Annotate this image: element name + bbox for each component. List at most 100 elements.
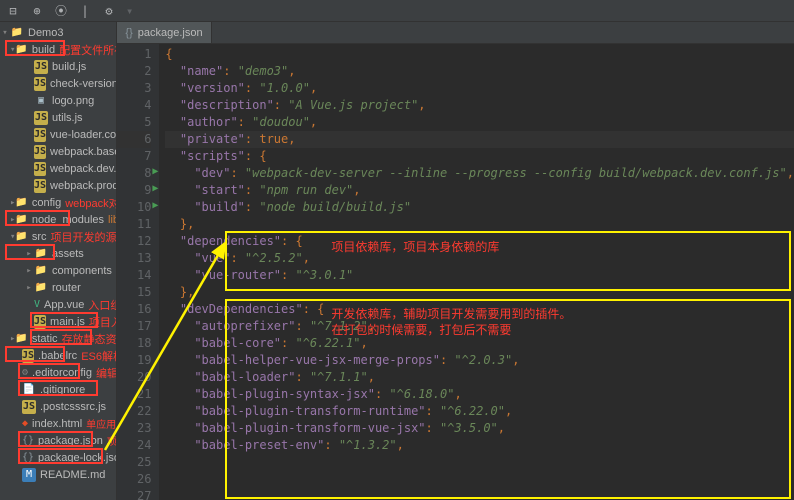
tree-label: .gitignore (40, 384, 85, 396)
tree-folder[interactable]: ▸📁assets (0, 245, 116, 262)
tree-label: webpack.prod.conf.js (50, 180, 117, 192)
js-icon: JS (34, 111, 48, 125)
gear-icon: ⚙ (22, 366, 28, 380)
tree-file[interactable]: JS .babelrc ES6解析的配置文件 (0, 347, 116, 364)
tree-file[interactable]: MREADME.md (0, 466, 116, 483)
tree-label: node_modules (32, 214, 104, 226)
run-gutter-icon[interactable]: ▶ (152, 200, 158, 211)
js-icon: JS (34, 128, 46, 142)
annotation-text: 项目开发的源码 (51, 229, 118, 245)
annotation-text: 项目入口文件 (89, 314, 118, 330)
json-icon: {} (22, 451, 34, 465)
expand-icon[interactable]: ⊕ (30, 4, 44, 18)
js-icon: JS (34, 77, 46, 91)
library-tag: library root (108, 214, 117, 226)
folder-icon: 📁 (15, 332, 27, 346)
code-area[interactable]: { "name": "demo3", "version": "1.0.0", "… (159, 44, 794, 500)
tree-label: index.html (32, 418, 82, 430)
tree-file[interactable]: JS check-versions.js (0, 75, 116, 92)
folder-icon: 📁 (34, 247, 48, 261)
gutter: 1 2 3 4 5 6 7 8 9 10 11 12 13 14 15 16 1 (117, 44, 159, 500)
annotation-deps: 项目依赖库，项目本身依赖的库 (331, 238, 499, 255)
tree-file-package-json[interactable]: {}package.json项目的基本配置信息 (0, 432, 116, 449)
tree-file[interactable]: ⚙ .editorconfig 编辑器配置 (0, 364, 116, 381)
tree-label: build.js (52, 61, 86, 73)
project-tree: ▾📁 Demo3 ▾📁 build 配置文件所在文件夹 JS build.js J… (0, 22, 117, 500)
json-icon: {} (125, 27, 132, 39)
tree-file-main-js[interactable]: JSmain.js项目入口文件 (0, 313, 116, 330)
js-icon: JS (34, 60, 48, 74)
code-editor[interactable]: 1 2 3 4 5 6 7 8 9 10 11 12 13 14 15 16 1 (117, 44, 794, 500)
tree-file[interactable]: JS .postcsssrc.js (0, 398, 116, 415)
tree-label: src (32, 231, 47, 243)
tree-folder-build[interactable]: ▾📁 build 配置文件所在文件夹 (0, 41, 116, 58)
tree-folder-static[interactable]: ▸📁static存放静态资源 (0, 330, 116, 347)
gear-icon[interactable]: ⚙ (102, 4, 116, 18)
divider-icon: | (78, 4, 92, 18)
chevron-down-icon[interactable]: ▾ (126, 4, 133, 18)
tree-label: .babelrc (38, 350, 77, 362)
tree-folder[interactable]: ▸📁components (0, 262, 116, 279)
folder-icon: 📁 (15, 43, 27, 57)
annotation-text: 配置文件所在文件夹 (59, 42, 117, 58)
folder-icon: 📁 (15, 213, 27, 227)
js-icon: JS (22, 400, 36, 414)
tree-file-app-vue[interactable]: VApp.vue入口组件 (0, 296, 116, 313)
tree-file[interactable]: {}package-lock.json (0, 449, 116, 466)
tree-label: build (32, 44, 55, 56)
tree-label: webpack.dev.conf.js (50, 163, 117, 175)
collapse-icon[interactable]: ⊟ (6, 4, 20, 18)
tree-folder[interactable]: ▸📁router (0, 279, 116, 296)
tree-file[interactable]: JS webpack.base.conf.js (0, 143, 116, 160)
file-icon: 📄 (22, 383, 36, 397)
tree-root[interactable]: ▾📁 Demo3 (0, 24, 116, 41)
tab-label: package.json (138, 27, 203, 39)
tree-folder-config[interactable]: ▸📁configwebpack对应的配置 (0, 194, 116, 211)
tree-label: App.vue (44, 299, 84, 311)
tree-folder-node-modules[interactable]: ▸📁node_moduleslibrary root (0, 211, 116, 228)
folder-icon: 📁 (34, 281, 48, 295)
tab-bar: {} package.json (117, 22, 794, 44)
tree-label: components (52, 265, 112, 277)
tree-file[interactable]: 📄 .gitignore (0, 381, 116, 398)
annotation-text: 编辑器配置 (96, 365, 117, 381)
tree-label: README.md (40, 469, 105, 481)
js-icon: JS (22, 349, 34, 363)
annotation-text: webpack对应的配置 (65, 195, 117, 211)
tab-package-json[interactable]: {} package.json (117, 22, 211, 43)
tree-label: check-versions.js (50, 78, 117, 90)
tree-label: package.json (38, 435, 103, 447)
tree-label: router (52, 282, 81, 294)
run-gutter-icon[interactable]: ▶ (152, 183, 158, 194)
annotation-text: 存放静态资源 (62, 331, 118, 347)
tree-label: static (32, 333, 58, 345)
annotation-text: ES6解析的配置文件 (81, 348, 117, 364)
tree-file[interactable]: ◆index.html单应用程序的入口页面 (0, 415, 116, 432)
html-icon: ◆ (22, 417, 28, 431)
tree-folder-src[interactable]: ▾📁src项目开发的源码 (0, 228, 116, 245)
folder-icon: 📁 (34, 264, 48, 278)
target-icon[interactable]: ⦿ (54, 4, 68, 18)
js-icon: JS (34, 179, 46, 193)
tree-label: main.js (50, 316, 85, 328)
tree-file[interactable]: JSwebpack.dev.conf.js (0, 160, 116, 177)
tree-file[interactable]: JSvue-loader.conf.js (0, 126, 116, 143)
tree-label: Demo3 (28, 27, 63, 39)
tree-file[interactable]: JS build.js (0, 58, 116, 75)
tree-label: .postcsssrc.js (40, 401, 106, 413)
run-gutter-icon[interactable]: ▶ (152, 166, 158, 177)
tree-label: assets (52, 248, 84, 260)
tree-file[interactable]: JSutils.js (0, 109, 116, 126)
image-icon: ▣ (34, 94, 48, 108)
tree-label: config (32, 197, 61, 209)
tree-file[interactable]: ▣logo.png (0, 92, 116, 109)
folder-icon: 📁 (15, 196, 27, 210)
folder-icon: 📁 (10, 26, 24, 40)
tree-label: webpack.base.conf.js (50, 146, 117, 158)
tree-file[interactable]: JS webpack.prod.conf.js (0, 177, 116, 194)
annotation-text: 入口组件 (88, 297, 117, 313)
annotation-devdeps-1: 开发依赖库，辅助项目开发需要用到的插件。 (331, 305, 571, 322)
tree-label: .editorconfig (32, 367, 92, 379)
js-icon: JS (34, 145, 46, 159)
top-toolbar: ⊟ ⊕ ⦿ | ⚙ ▾ (0, 0, 794, 22)
